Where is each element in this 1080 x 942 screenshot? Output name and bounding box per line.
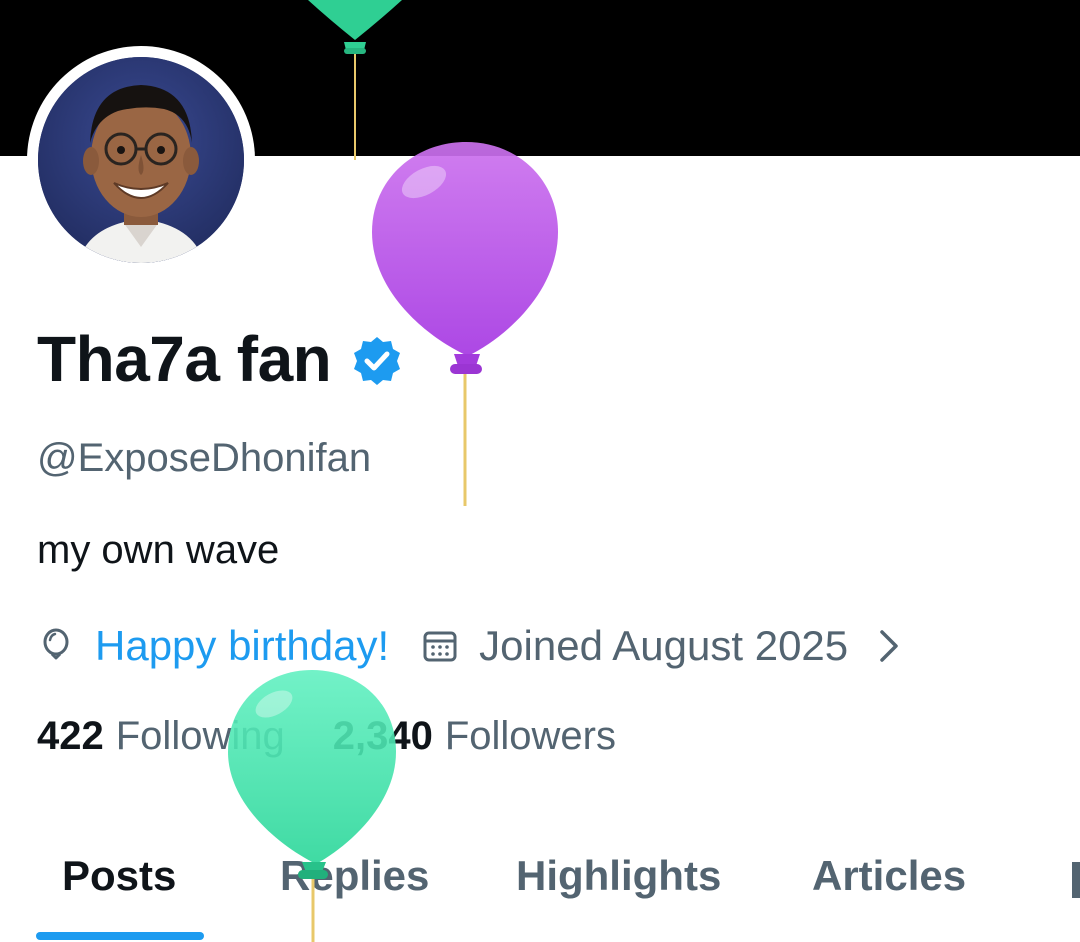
active-tab-indicator (36, 932, 204, 940)
followers-stat[interactable]: 2,340 Followers (333, 714, 616, 759)
followers-label: Followers (444, 714, 616, 758)
profile-meta-row: Happy birthday! Joined August 2025 (37, 618, 902, 674)
followers-count: 2,340 (332, 714, 433, 758)
following-count: 422 (37, 714, 104, 758)
avatar-ring (27, 46, 255, 274)
tab-articles[interactable]: Articles (812, 852, 966, 900)
chevron-right-icon[interactable] (876, 626, 902, 666)
display-name: Tha7a fan (37, 323, 332, 395)
avatar[interactable] (38, 57, 244, 263)
profile-tabs: Posts Replies Highlights Articles (0, 840, 1080, 942)
profile-bio: my own wave (37, 528, 280, 572)
profile-screen: Tha7a fan @ExposeDhonifan my own wave Ha… (0, 0, 1080, 942)
calendar-icon (423, 631, 457, 662)
tab-posts[interactable]: Posts (62, 852, 176, 900)
tab-replies[interactable]: Replies (280, 852, 429, 900)
avatar-portrait (38, 57, 244, 263)
joined-item[interactable]: Joined August 2025 (421, 622, 902, 670)
birthday-link[interactable]: Happy birthday! (95, 622, 389, 670)
joined-date: Joined August 2025 (479, 622, 849, 669)
balloon-icon (43, 628, 69, 660)
tab-overflow-partial[interactable] (1072, 862, 1080, 898)
following-stat[interactable]: 422 Following (37, 714, 285, 759)
following-label: Following (115, 714, 285, 758)
birthday-item[interactable]: Happy birthday! (37, 622, 389, 670)
verified-badge-icon[interactable] (351, 335, 403, 387)
tab-highlights[interactable]: Highlights (516, 852, 721, 900)
user-handle: @ExposeDhonifan (37, 436, 372, 480)
follow-stats: 422 Following 2,340 Followers (37, 714, 616, 759)
display-name-row: Tha7a fan (37, 322, 403, 396)
